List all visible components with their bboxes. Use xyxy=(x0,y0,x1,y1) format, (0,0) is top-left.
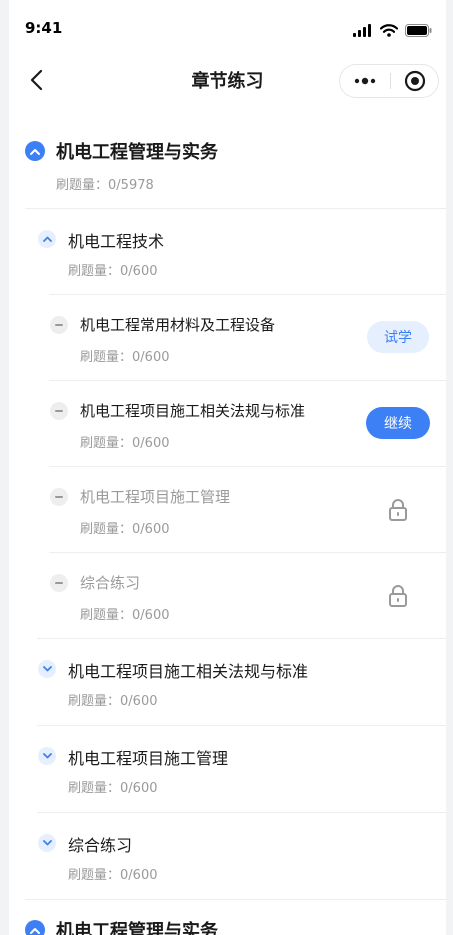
lock-icon xyxy=(389,499,407,521)
mini-program-capsule xyxy=(339,64,439,98)
count-label: 刷题量： xyxy=(68,264,121,279)
divider xyxy=(37,638,446,639)
dash-icon xyxy=(50,402,68,420)
wifi-icon xyxy=(380,24,398,37)
divider xyxy=(25,208,446,209)
chevron-down-icon xyxy=(38,834,56,852)
section-count: 刷题量：0/600 xyxy=(68,777,157,796)
status-time: 9:41 xyxy=(25,19,63,37)
section-count: 刷题量：0/600 xyxy=(68,260,157,279)
section-header[interactable]: 综合练习 刷题量：0/600 xyxy=(9,822,446,892)
lock-icon xyxy=(389,585,407,607)
item-title: 机电工程项目施工管理 xyxy=(80,488,231,506)
divider xyxy=(37,725,446,726)
divider xyxy=(37,812,446,813)
more-dots-icon xyxy=(354,77,376,85)
item-count: 刷题量：0/600 xyxy=(80,604,169,623)
page: 9:41 章节练习 机电工程管理与实务 刷题量：0/5978 机电工程技术 刷题… xyxy=(9,0,446,935)
count-label: 刷题量： xyxy=(56,178,109,193)
battery-icon xyxy=(405,24,432,37)
dash-icon xyxy=(50,574,68,592)
section-header[interactable]: 机电工程项目施工管理 刷题量：0/600 xyxy=(9,735,446,805)
count-value: 0/600 xyxy=(132,522,170,537)
count-value: 0/600 xyxy=(132,350,170,365)
count-value: 0/600 xyxy=(132,436,170,451)
target-close-icon xyxy=(404,70,426,92)
item-title: 综合练习 xyxy=(80,574,141,592)
count-value: 0/5978 xyxy=(108,178,154,193)
count-value: 0/600 xyxy=(120,264,158,279)
more-button[interactable] xyxy=(340,65,390,97)
count-label: 刷题量： xyxy=(68,694,121,709)
item-title: 机电工程项目施工相关法规与标准 xyxy=(80,402,306,420)
chevron-down-icon xyxy=(38,747,56,765)
section-title: 机电工程项目施工管理 xyxy=(68,749,229,768)
section-title: 机电工程技术 xyxy=(68,232,165,251)
section-title: 综合练习 xyxy=(68,836,133,855)
section-title: 机电工程项目施工相关法规与标准 xyxy=(68,662,309,681)
system-icons xyxy=(353,24,432,37)
count-label: 刷题量： xyxy=(80,350,133,365)
chapter-header[interactable]: 机电工程管理与实务 刷题量：0/5978 xyxy=(9,128,446,200)
chevron-up-icon xyxy=(38,230,56,248)
divider xyxy=(49,466,446,467)
count-value: 0/600 xyxy=(120,694,158,709)
item-count: 刷题量：0/600 xyxy=(80,518,169,537)
section-header[interactable]: 机电工程技术 刷题量：0/600 xyxy=(9,218,446,288)
status-bar: 9:41 xyxy=(9,0,446,50)
count-label: 刷题量： xyxy=(80,608,133,623)
item-title: 机电工程常用材料及工程设备 xyxy=(80,316,276,334)
trial-button[interactable]: 试学 xyxy=(367,321,429,353)
dash-icon xyxy=(50,488,68,506)
signal-icon xyxy=(353,24,371,37)
list-item[interactable]: 机电工程项目施工相关法规与标准 刷题量：0/600 继续 xyxy=(9,390,446,460)
chevron-down-icon xyxy=(38,660,56,678)
count-label: 刷题量： xyxy=(80,522,133,537)
list-item[interactable]: 机电工程常用材料及工程设备 刷题量：0/600 试学 xyxy=(9,304,446,374)
count-value: 0/600 xyxy=(120,868,158,883)
section-header[interactable]: 机电工程项目施工相关法规与标准 刷题量：0/600 xyxy=(9,648,446,718)
nav-bar: 章节练习 xyxy=(9,50,446,110)
section-count: 刷题量：0/600 xyxy=(68,864,157,883)
chapter-title: 机电工程管理与实务 xyxy=(56,921,218,935)
chapter-title: 机电工程管理与实务 xyxy=(56,142,218,163)
chapter-count: 刷题量：0/5978 xyxy=(56,174,154,193)
dash-icon xyxy=(50,316,68,334)
divider xyxy=(49,380,446,381)
chevron-up-icon xyxy=(25,141,45,161)
list-item[interactable]: 机电工程项目施工管理 刷题量：0/600 xyxy=(9,476,446,546)
section-count: 刷题量：0/600 xyxy=(68,690,157,709)
chapter-header[interactable]: 机电工程管理与实务 xyxy=(9,908,446,935)
count-label: 刷题量： xyxy=(80,436,133,451)
chevron-up-icon xyxy=(25,920,45,935)
list-item[interactable]: 综合练习 刷题量：0/600 xyxy=(9,562,446,632)
count-label: 刷题量： xyxy=(68,781,121,796)
item-count: 刷题量：0/600 xyxy=(80,346,169,365)
item-count: 刷题量：0/600 xyxy=(80,432,169,451)
divider xyxy=(25,899,446,900)
divider xyxy=(49,552,446,553)
count-label: 刷题量： xyxy=(68,868,121,883)
count-value: 0/600 xyxy=(120,781,158,796)
continue-button[interactable]: 继续 xyxy=(366,407,430,439)
count-value: 0/600 xyxy=(132,608,170,623)
divider xyxy=(49,294,446,295)
close-button[interactable] xyxy=(391,65,439,97)
